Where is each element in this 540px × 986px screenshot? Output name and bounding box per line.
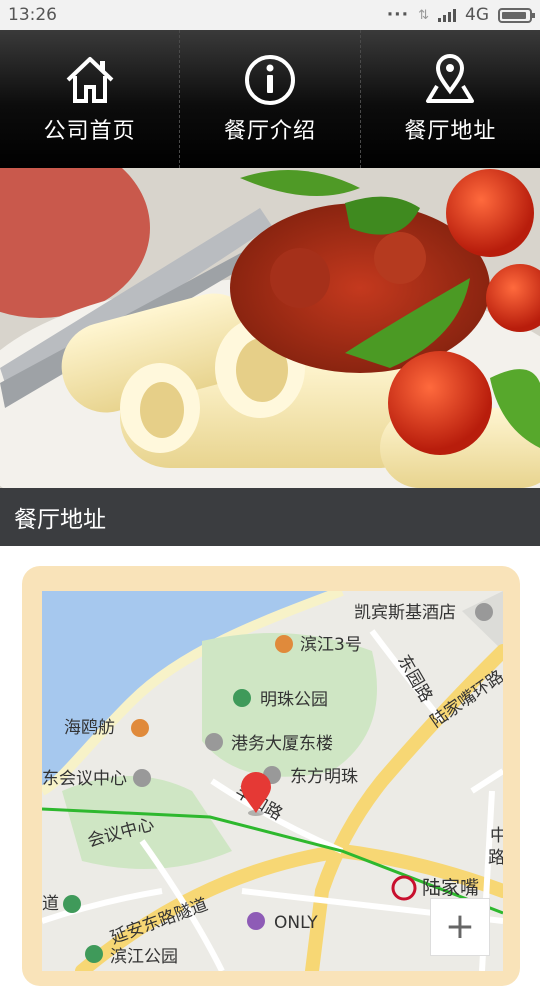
data-transfer-icon: ⇅ xyxy=(418,7,429,23)
home-icon xyxy=(66,57,114,103)
battery-icon xyxy=(498,7,535,23)
top-navigation: 公司首页 餐厅介绍 餐厅地址 xyxy=(0,30,540,168)
map-label-lu: 路 xyxy=(488,848,503,868)
nav-label-about: 餐厅介绍 xyxy=(223,119,316,144)
zoom-in-button[interactable]: + xyxy=(430,898,490,956)
nav-item-home[interactable]: 公司首页 xyxy=(0,30,179,168)
status-time: 13:26 xyxy=(8,5,57,25)
map-label-lujiazui-station: 陆家嘴 xyxy=(422,877,479,899)
nav-item-about[interactable]: 餐厅介绍 xyxy=(179,30,359,168)
map-label-mingzhu-park: 明珠公园 xyxy=(260,690,328,710)
map-label-kempinski: 凯宾斯基酒店 xyxy=(354,603,456,623)
nav-label-address: 餐厅地址 xyxy=(404,119,497,144)
status-bar: 13:26 ··· ⇅ 4G xyxy=(0,0,540,30)
nav-item-address[interactable]: 餐厅地址 xyxy=(359,30,540,168)
map-label-oriental-pearl: 东方明珠 xyxy=(290,767,358,787)
more-dots-icon: ··· xyxy=(386,5,410,25)
location-pin-icon xyxy=(426,54,475,103)
signal-icon xyxy=(438,8,456,22)
map-label-haiou: 海鸥舫 xyxy=(64,718,115,738)
status-icons: ··· ⇅ 4G xyxy=(386,5,535,25)
pasta-dish-image xyxy=(0,168,540,488)
map-label-dao: 道 xyxy=(42,894,59,914)
banner-image xyxy=(0,168,540,488)
map-label-binjiang-park: 滨江公园 xyxy=(110,947,178,967)
network-type: 4G xyxy=(465,5,489,25)
map-label-zhong: 中 xyxy=(490,826,503,846)
map-label-only: ONLY xyxy=(274,913,318,933)
banner-caption: 餐厅地址 xyxy=(0,488,540,546)
map-label-conference-center: 东会议中心 xyxy=(42,769,127,789)
map-label-port-building: 港务大厦东楼 xyxy=(231,734,333,754)
nav-label-home: 公司首页 xyxy=(43,119,136,144)
info-icon xyxy=(244,55,295,105)
map-label-binjiang3: 滨江3号 xyxy=(300,635,362,655)
